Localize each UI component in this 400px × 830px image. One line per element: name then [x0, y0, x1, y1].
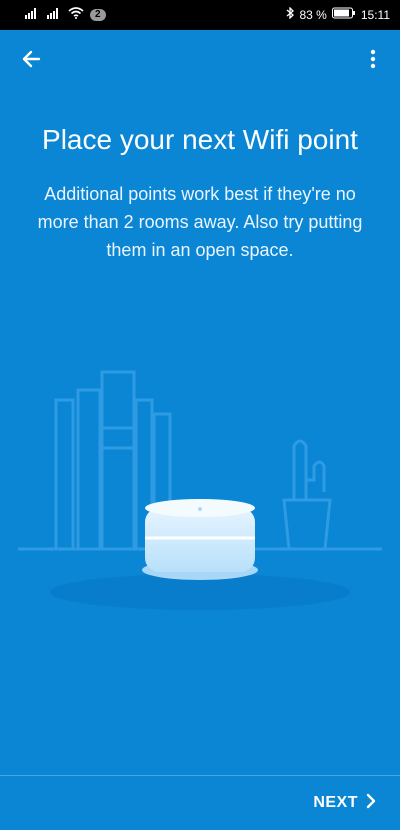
page-description: Additional points work best if they're n… — [37, 184, 363, 260]
next-button[interactable]: NEXT — [313, 788, 376, 818]
bluetooth-icon — [285, 6, 295, 22]
wifi-point-illustration — [0, 360, 400, 640]
status-right-group: 83 % 15:11 — [285, 6, 390, 22]
status-left-group: 2 — [24, 7, 106, 22]
signal-icon-2 — [46, 7, 62, 22]
arrow-left-icon — [21, 49, 41, 74]
signal-icon — [24, 7, 40, 22]
status-bar: 2 83 % 15:11 — [0, 0, 400, 30]
more-options-button[interactable] — [356, 44, 390, 78]
app-bar — [0, 30, 400, 90]
wifi-icon — [68, 7, 84, 22]
back-button[interactable] — [14, 44, 48, 78]
chevron-right-icon — [366, 793, 376, 814]
battery-percent: 83 % — [299, 7, 327, 22]
page-title: Place your next Wifi point — [42, 124, 358, 155]
time: 15:11 — [360, 7, 390, 22]
more-vertical-icon — [370, 49, 376, 74]
footer-divider — [0, 775, 400, 776]
battery-icon — [331, 7, 356, 22]
next-label: NEXT — [313, 794, 358, 811]
sim-badge: 2 — [90, 8, 106, 21]
